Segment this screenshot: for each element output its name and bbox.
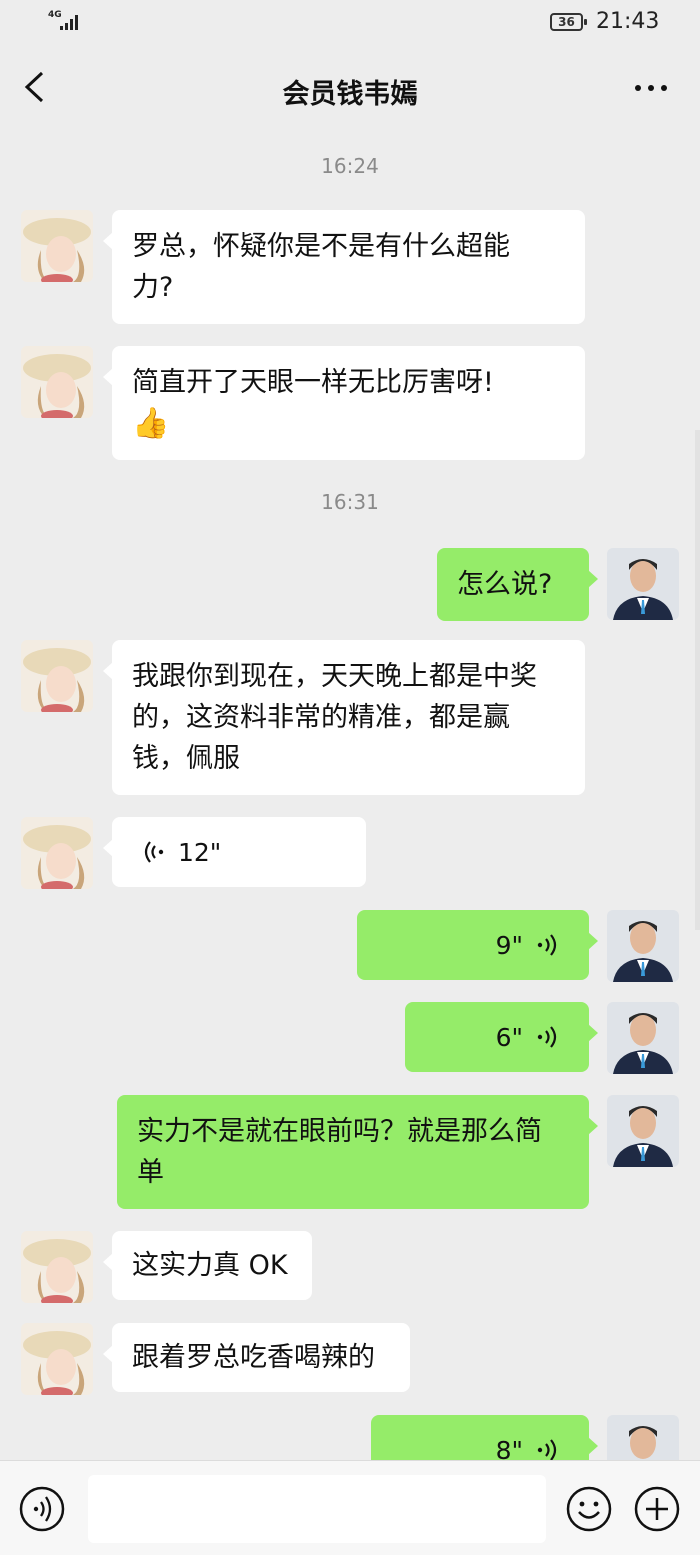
thumbs-up-icon: 👍 (132, 406, 170, 441)
avatar-contact[interactable] (21, 346, 93, 418)
avatar-contact[interactable] (21, 1323, 93, 1395)
voice-toggle-icon[interactable] (18, 1485, 66, 1533)
chat-header: 会员钱韦嫣 (0, 44, 700, 130)
message-list[interactable]: 16:24 罗总，怀疑你是不是有什么超能 力? 简直开了天眼一样无比厉害呀! 👍… (0, 130, 700, 1460)
voice-duration: 8" (495, 1435, 523, 1461)
voice-duration: 9" (495, 930, 523, 960)
avatar-contact[interactable] (21, 210, 93, 282)
voice-message-outgoing[interactable]: 9" (357, 910, 598, 980)
message-bubble-incoming[interactable]: 这实力真 OK (103, 1231, 312, 1300)
more-dots-icon[interactable] (634, 84, 668, 92)
message-text: 实力不是就在眼前吗？就是那么简 (137, 1116, 542, 1147)
avatar-self[interactable] (607, 548, 679, 620)
avatar-contact[interactable] (21, 817, 93, 889)
message-text: 跟着罗总吃香喝辣的 (132, 1342, 375, 1373)
voice-duration: 12" (178, 837, 222, 867)
timestamp: 16:31 (321, 490, 379, 514)
plus-icon[interactable] (633, 1485, 681, 1533)
avatar-self[interactable] (607, 1095, 679, 1167)
avatar-contact[interactable] (21, 1231, 93, 1303)
avatar-self[interactable] (607, 910, 679, 982)
message-text: 怎么说? (457, 569, 553, 600)
voice-message-outgoing[interactable]: 8" (371, 1415, 598, 1461)
voice-wave-icon (144, 841, 164, 863)
voice-wave-icon (537, 934, 557, 956)
signal-icon: 4G (46, 10, 82, 32)
voice-duration: 6" (495, 1022, 523, 1052)
message-text: 简直开了天眼一样无比厉害呀! (132, 367, 494, 398)
timestamp: 16:24 (321, 154, 379, 178)
message-text: 单 (137, 1157, 164, 1188)
status-bar: 4G 36 21:43 (0, 0, 700, 44)
message-bubble-incoming[interactable]: 跟着罗总吃香喝辣的 (103, 1323, 410, 1392)
avatar-self[interactable] (607, 1415, 679, 1460)
message-text: 的，这资料非常的精准，都是赢 (132, 702, 510, 733)
avatar-self[interactable] (607, 1002, 679, 1074)
message-text: 钱，佩服 (132, 743, 240, 774)
voice-wave-icon (537, 1439, 557, 1460)
message-text: 力? (132, 272, 174, 303)
page-title: 会员钱韦嫣 (282, 79, 418, 110)
message-input[interactable] (88, 1475, 546, 1543)
voice-message-incoming[interactable]: 12" (103, 817, 366, 887)
voice-wave-icon (537, 1026, 557, 1048)
message-bubble-incoming[interactable]: 罗总，怀疑你是不是有什么超能 力? (103, 210, 585, 324)
message-text: 我跟你到现在，天天晚上都是中奖 (132, 661, 537, 692)
voice-message-outgoing[interactable]: 6" (405, 1002, 598, 1072)
message-text: 罗总，怀疑你是不是有什么超能 (132, 231, 510, 262)
message-bubble-incoming[interactable]: 简直开了天眼一样无比厉害呀! 👍 (103, 346, 585, 460)
message-bubble-outgoing[interactable]: 实力不是就在眼前吗？就是那么简 单 (117, 1095, 598, 1209)
status-time: 21:43 (596, 9, 660, 34)
message-bubble-incoming[interactable]: 我跟你到现在，天天晚上都是中奖 的，这资料非常的精准，都是赢 钱，佩服 (103, 640, 585, 795)
message-bubble-outgoing[interactable]: 怎么说? (437, 548, 598, 621)
input-bar (0, 1460, 700, 1555)
message-text: 这实力真 OK (132, 1250, 288, 1281)
avatar-contact[interactable] (21, 640, 93, 712)
battery-icon: 36 (550, 13, 587, 31)
emoji-icon[interactable] (565, 1485, 613, 1533)
